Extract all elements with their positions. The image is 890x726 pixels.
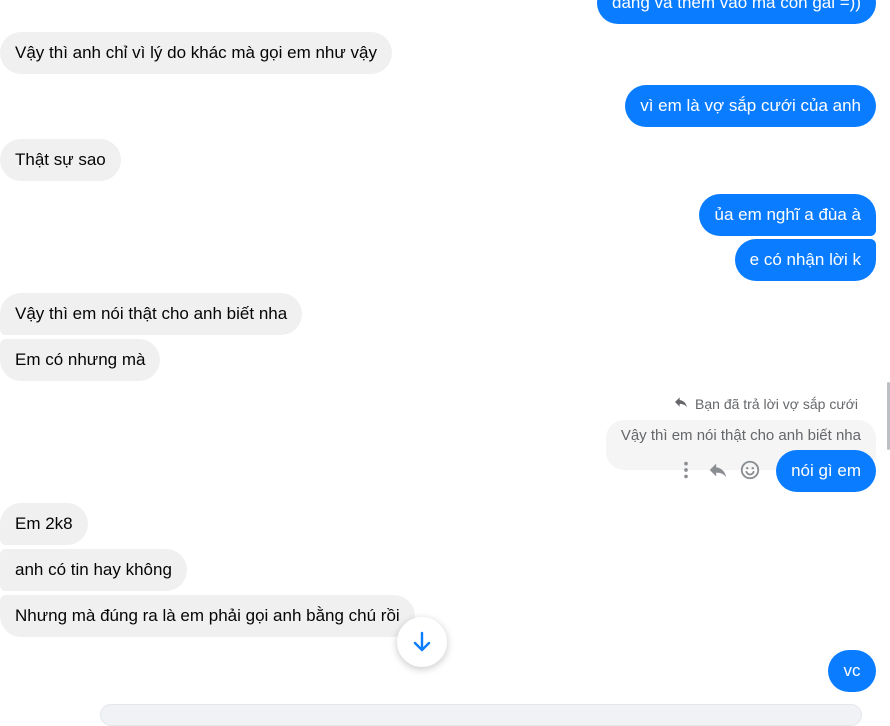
reply-context-label: Bạn đã trả lời vợ sắp cưới (673, 394, 858, 413)
reply-context-text: Bạn đã trả lời vợ sắp cưới (695, 395, 858, 412)
message-incoming[interactable]: Vậy thì em nói thật cho anh biết nha (0, 293, 303, 335)
message-incoming[interactable]: Em có nhưng mà (0, 339, 161, 381)
message-incoming[interactable]: anh có tin hay không (0, 549, 187, 591)
scroll-to-bottom-button[interactable] (397, 617, 447, 667)
reply-arrow-icon (673, 394, 689, 413)
message-incoming[interactable]: Thật sự sao (0, 139, 121, 181)
message-incoming[interactable]: Vậy thì anh chỉ vì lý do khác mà gọi em … (0, 32, 392, 74)
message-incoming[interactable]: Em 2k8 (0, 503, 88, 545)
scrollbar-track[interactable] (886, 0, 890, 712)
message-outgoing[interactable]: ủa em nghĩ a đùa à (699, 194, 876, 236)
message-actions (674, 458, 762, 482)
message-outgoing[interactable]: vc (828, 650, 876, 692)
smiley-icon[interactable] (738, 458, 762, 482)
message-outgoing[interactable]: đáng và thêm vào mà con gái =)) (597, 0, 876, 24)
message-outgoing[interactable]: vì em là vợ sắp cưới của anh (625, 85, 876, 127)
message-incoming[interactable]: Nhưng mà đúng ra là em phải gọi anh bằng… (0, 595, 415, 637)
reply-icon[interactable] (706, 458, 730, 482)
message-thread: đáng và thêm vào mà con gái =)) Vậy thì … (0, 0, 886, 726)
message-outgoing[interactable]: nói gì em (776, 450, 876, 492)
more-vertical-icon[interactable] (674, 458, 698, 482)
message-outgoing[interactable]: e có nhận lời k (734, 239, 876, 281)
message-composer[interactable] (100, 704, 862, 726)
arrow-down-icon (410, 630, 434, 654)
